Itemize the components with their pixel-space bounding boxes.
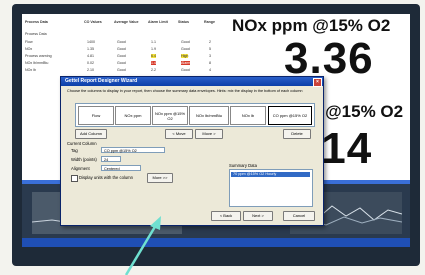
column-box[interactable]: NOx ppm	[115, 106, 151, 125]
table-header-cell: Average Value	[114, 20, 139, 24]
summary-data-label: Summary Data	[229, 163, 257, 168]
back-button[interactable]: < Back	[211, 211, 241, 221]
table-row: NOx lb 2.10 Good 2.2 Good 4	[25, 68, 223, 73]
table-cell: 5	[209, 47, 211, 51]
summary-data-selected-item[interactable]: 70 ppm @15% O2 Hourly	[231, 172, 310, 177]
table-cell: 8	[209, 61, 211, 65]
table-cell: 0.02	[87, 61, 94, 65]
move-right-button[interactable]: Move >	[195, 129, 223, 139]
display-units-checkbox[interactable]	[71, 175, 78, 182]
table-cell: 4	[209, 68, 211, 72]
table-row: Flow 1400 Good 1.1 Good 2	[25, 40, 223, 45]
move-left-button[interactable]: < Move	[165, 129, 193, 139]
alignment-label: Alignment	[71, 166, 90, 171]
table-cell: 1.4	[151, 61, 156, 65]
table-cell: Good	[117, 68, 126, 72]
table-cell: 1.35	[87, 47, 94, 51]
table-cell: 1400	[87, 40, 95, 44]
table-cell: Good	[181, 47, 190, 51]
table-cell: High	[181, 54, 189, 58]
table-cell: Process Data	[25, 32, 47, 36]
table-header-cell: Alarm Limit	[148, 20, 168, 24]
close-icon[interactable]: ×	[313, 78, 322, 87]
cancel-button[interactable]: Cancel	[283, 211, 315, 221]
column-box[interactable]: NOx ppm @15% O2	[152, 106, 188, 125]
tag-label: Tag	[71, 148, 78, 153]
readout-title-top: NOx ppm @15% O2	[232, 16, 391, 35]
column-box[interactable]: NOx lb	[230, 106, 266, 125]
alignment-select[interactable]: Centered	[101, 165, 141, 171]
width-label: Width (points)	[71, 157, 97, 162]
table-row: Process warning 4.81 Good 6.4 High 3	[25, 54, 223, 59]
table-cell: Good	[117, 54, 126, 58]
dialog-instructions: Choose the columns to display in your re…	[67, 89, 303, 93]
summary-data-list[interactable]: 70 ppm @15% O2 Hourly	[229, 169, 313, 207]
table-cell: NOx lb	[25, 68, 36, 72]
column-strip: Flow NOx ppm NOx ppm @15% O2 NOx lb/mmBt…	[75, 103, 315, 127]
table-row: NOx 1.35 Good 1.9 Good 5	[25, 47, 223, 52]
table-cell: 6.4	[151, 54, 156, 58]
table-header-cell: CO Values	[84, 20, 102, 24]
table-row: NOx lb/mmBtu 0.02 Good 1.4 Alarm 8	[25, 61, 223, 66]
table-row: Process Data	[25, 32, 223, 37]
width-field[interactable]: 24	[101, 156, 121, 162]
delete-button[interactable]: Delete	[283, 129, 311, 139]
table-cell: 2	[209, 40, 211, 44]
taskbar	[22, 238, 410, 247]
table-cell: 2.10	[87, 68, 94, 72]
dialog-title-bar[interactable]: Gettel Report Designer Wizard ×	[61, 77, 323, 87]
current-column-label: Current Column	[67, 141, 97, 146]
dialog-title: Gettel Report Designer Wizard	[65, 78, 138, 84]
table-cell: NOx lb/mmBtu	[25, 61, 49, 65]
table-cell: Good	[117, 40, 126, 44]
table-cell: NOx	[25, 47, 33, 51]
table-cell: 4.81	[87, 54, 94, 58]
more-button[interactable]: More >>	[147, 173, 173, 183]
table-cell: 1.1	[151, 40, 156, 44]
table-header-cell: Range	[204, 20, 215, 24]
table-cell: Good	[181, 40, 190, 44]
table-header-cell: Status	[178, 20, 189, 24]
table-cell: 1.9	[151, 47, 156, 51]
report-designer-dialog: Gettel Report Designer Wizard × Choose t…	[60, 76, 324, 226]
column-box[interactable]: Flow	[78, 106, 114, 125]
column-box[interactable]: NOx lb/mmBtu	[189, 106, 229, 125]
table-cell: Good	[117, 61, 126, 65]
table-cell: Flow	[25, 40, 33, 44]
table-cell: Alarm	[181, 61, 191, 65]
column-box-selected[interactable]: CO ppm @15% O2	[268, 106, 312, 125]
next-button[interactable]: Next >	[243, 211, 273, 221]
table-header-cell: Process Data	[25, 20, 48, 24]
table-cell: 3	[209, 54, 211, 58]
table-cell: Good	[181, 68, 190, 72]
table-cell: Process warning	[25, 54, 52, 58]
table-header: Process Data CO Values Average Value Ala…	[22, 20, 222, 26]
table-cell: 2.2	[151, 68, 156, 72]
add-column-button[interactable]: Add Column	[75, 129, 107, 139]
table-cell: Good	[117, 47, 126, 51]
screen: Process Data CO Values Average Value Ala…	[22, 14, 410, 247]
tag-field[interactable]: CO ppm @15% O2	[101, 147, 165, 153]
display-units-label: Display units with the column	[79, 175, 133, 180]
